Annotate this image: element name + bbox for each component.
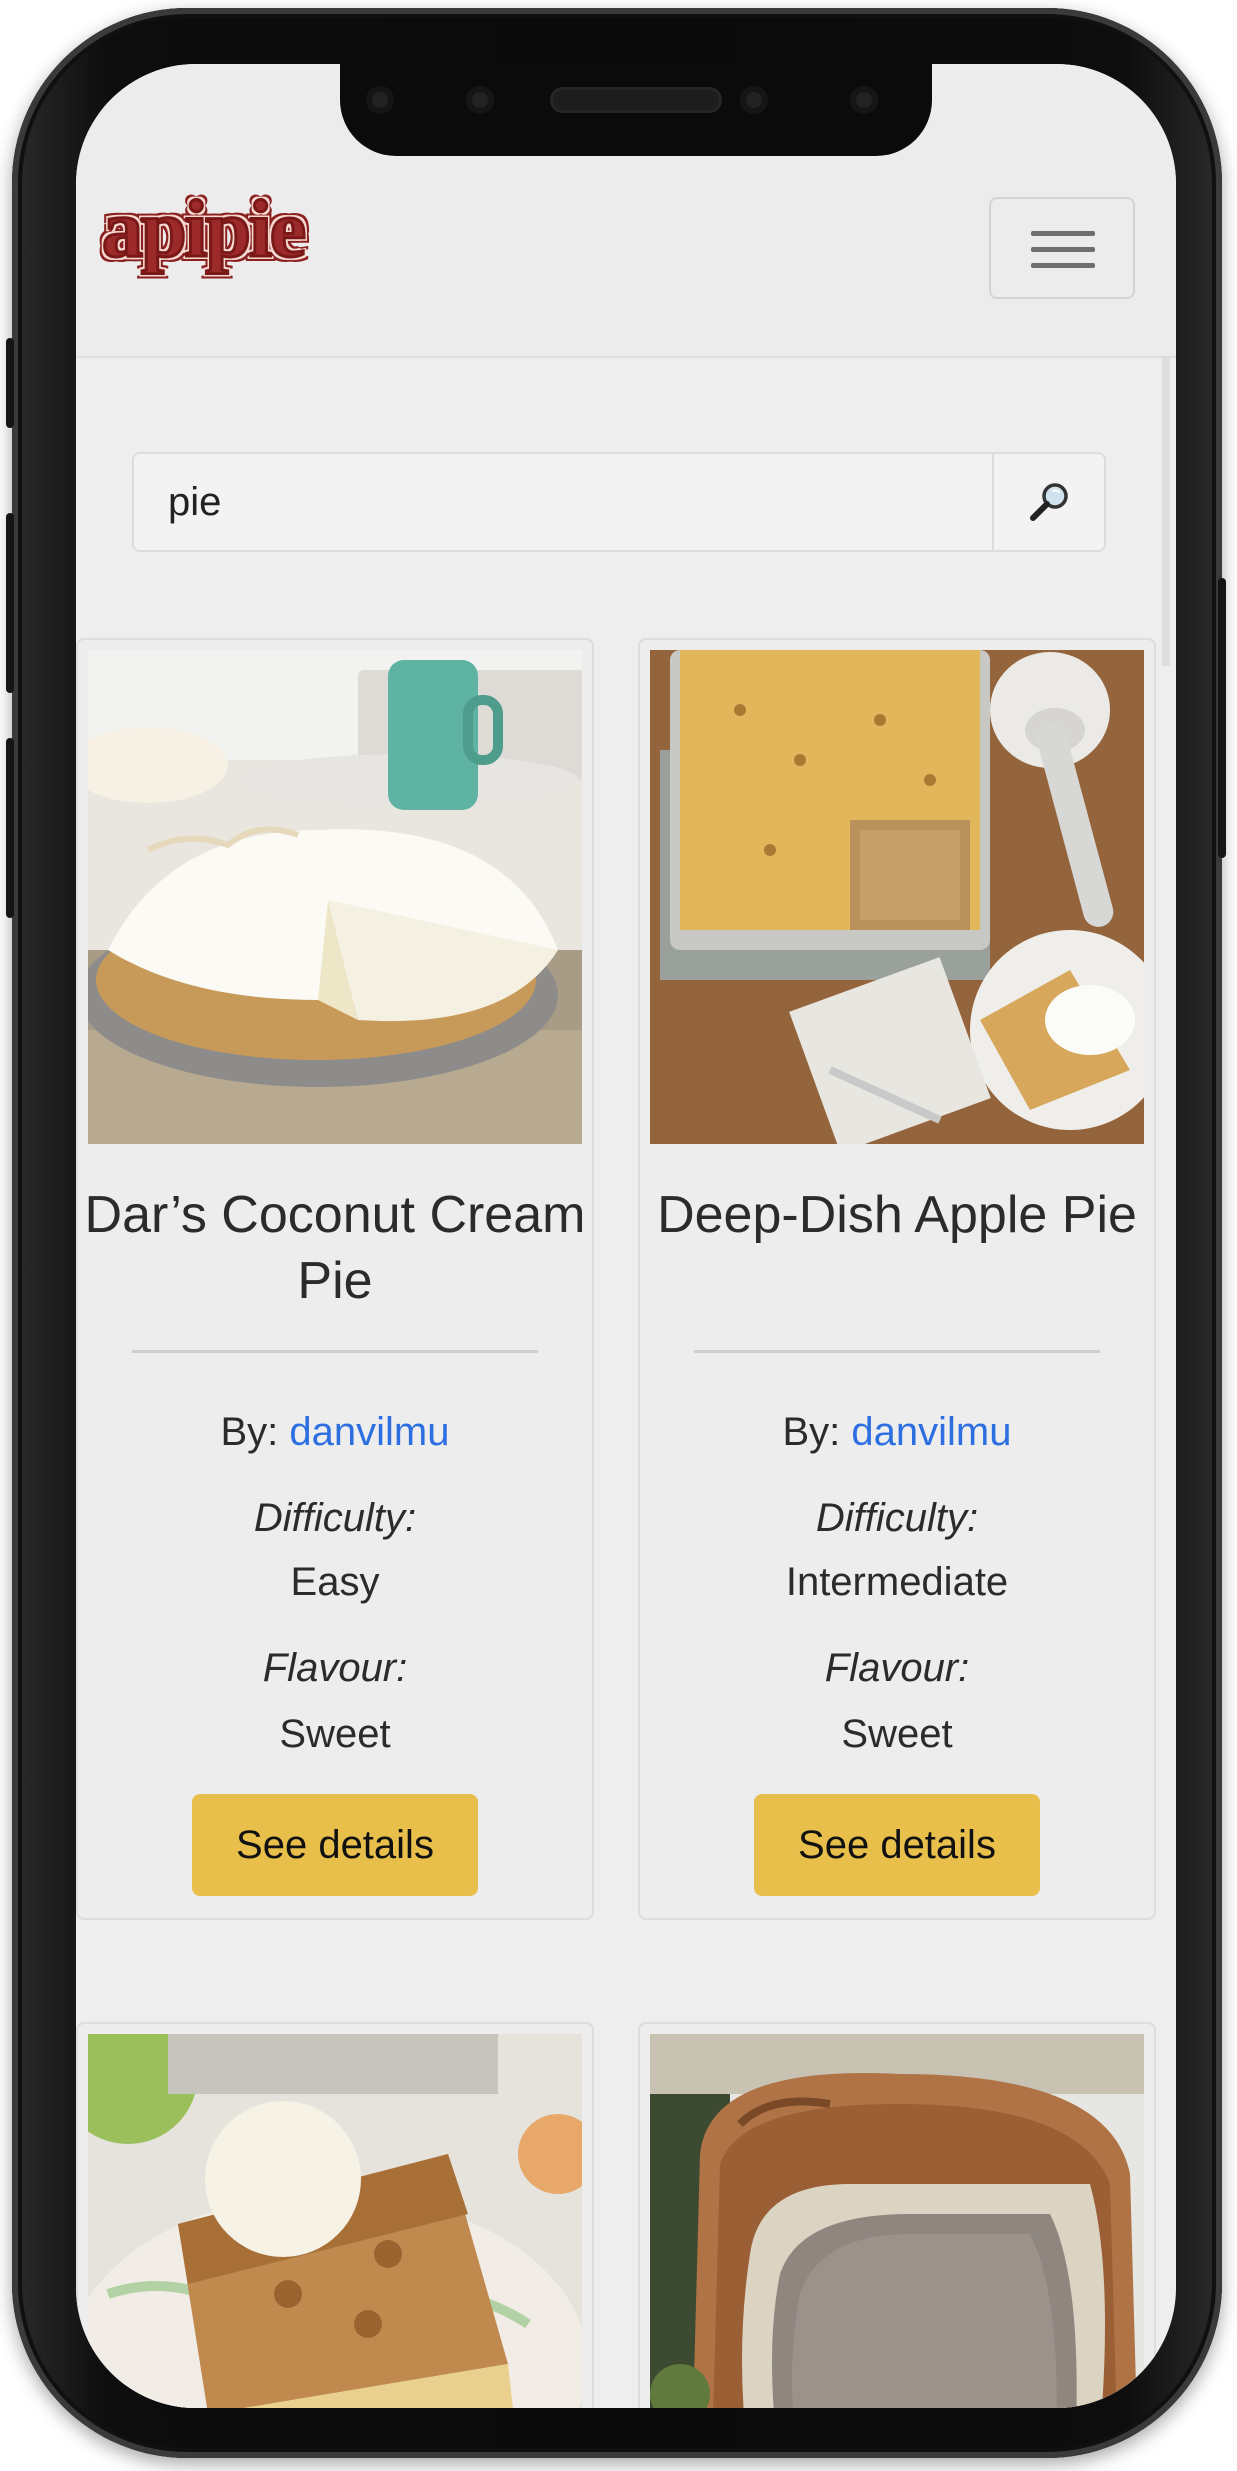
camera-notch: [340, 64, 932, 156]
flavour-label: Flavour:: [262, 1646, 408, 1690]
difficulty-value: Easy: [290, 1560, 380, 1604]
sensor-dot: [366, 86, 394, 114]
divider: [694, 1350, 1100, 1353]
recipe-image-deep-dish-apple-pie[interactable]: [650, 650, 1144, 1144]
hamburger-line: [1031, 263, 1095, 268]
difficulty-label: Difficulty:: [815, 1496, 979, 1540]
recipe-title[interactable]: Dar’s Coconut Cream Pie: [78, 1182, 592, 1314]
hamburger-line: [1031, 247, 1095, 252]
sensor-dot: [466, 86, 494, 114]
see-details-button[interactable]: See details: [754, 1794, 1040, 1896]
flavour-value: Sweet: [841, 1712, 953, 1756]
recipe-title[interactable]: Deep-Dish Apple Pie: [640, 1182, 1154, 1248]
volume-up-button: [6, 513, 14, 693]
flavour-value: Sweet: [279, 1712, 391, 1756]
earpiece-speaker: [550, 87, 722, 113]
recipe-image[interactable]: [650, 2034, 1144, 2408]
phone-screen: apipie pie Dar’s Coconut Cream Pie By: d…: [76, 64, 1176, 2408]
recipe-author-line: By: danvilmu: [78, 1410, 592, 1455]
recipe-card: Dar’s Coconut Cream Pie By: danvilmu Dif…: [76, 638, 594, 1920]
apipie-logo[interactable]: apipie: [100, 182, 307, 276]
scrollbar[interactable]: [1162, 356, 1170, 666]
recipe-card: [638, 2022, 1156, 2408]
see-details-button[interactable]: See details: [192, 1794, 478, 1896]
volume-down-button: [6, 738, 14, 918]
sensor-dot: [740, 86, 768, 114]
author-link[interactable]: danvilmu: [851, 1410, 1011, 1454]
phone-frame: apipie pie Dar’s Coconut Cream Pie By: d…: [6, 8, 1226, 2458]
difficulty-value: Intermediate: [785, 1560, 1009, 1604]
front-camera: [850, 86, 878, 114]
search-bar: [132, 452, 1106, 552]
hamburger-line: [1031, 231, 1095, 236]
power-button: [1218, 578, 1226, 858]
flavour-label: Flavour:: [824, 1646, 970, 1690]
difficulty-label: Difficulty:: [253, 1496, 417, 1540]
recipe-card: [76, 2022, 594, 2408]
recipe-author-line: By: danvilmu: [640, 1410, 1154, 1455]
search-input[interactable]: [134, 454, 992, 550]
mute-switch: [6, 338, 14, 428]
search-button[interactable]: [992, 454, 1104, 550]
divider: [132, 1350, 538, 1353]
search-icon: [1030, 483, 1068, 521]
author-link[interactable]: danvilmu: [289, 1410, 449, 1454]
recipe-card: Deep-Dish Apple Pie By: danvilmu Difficu…: [638, 638, 1156, 1920]
recipe-image[interactable]: [88, 2034, 582, 2408]
by-label: By:: [220, 1410, 279, 1454]
by-label: By:: [782, 1410, 841, 1454]
menu-toggle-button[interactable]: [989, 197, 1135, 299]
recipe-image-coconut-cream-pie[interactable]: [88, 650, 582, 1144]
